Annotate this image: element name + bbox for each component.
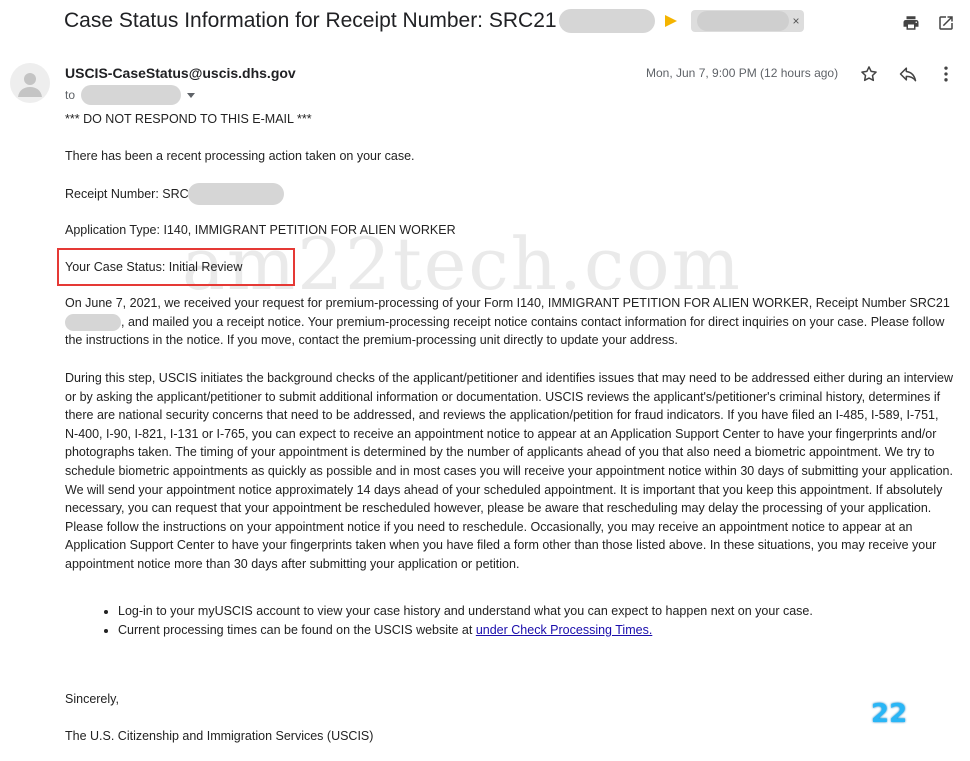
- subject-text: Case Status Information for Receipt Numb…: [64, 9, 557, 32]
- para1-part-b: , and mailed you a receipt notice. Your …: [65, 314, 945, 348]
- print-icon[interactable]: [902, 14, 920, 32]
- receipt-number-line: Receipt Number: SRC: [65, 183, 284, 205]
- receipt-number-redaction: [187, 183, 284, 205]
- para1-receipt-redaction: [65, 313, 121, 331]
- recipient-row[interactable]: to: [65, 85, 196, 105]
- do-not-respond-line: *** DO NOT RESPOND TO THIS E-MAIL ***: [65, 112, 312, 126]
- chevron-down-icon[interactable]: [187, 92, 196, 98]
- label-chip-close[interactable]: ×: [793, 14, 800, 28]
- popout-icon[interactable]: [937, 14, 955, 32]
- premium-processing-paragraph: On June 7, 2021, we received your reques…: [65, 294, 955, 350]
- avatar-person-icon: [18, 73, 42, 97]
- list-item: Log-in to your myUSCIS account to view y…: [118, 602, 970, 621]
- label-chip-redaction: [696, 11, 789, 31]
- subject-row: Case Status Information for Receipt Numb…: [0, 0, 970, 48]
- sender-avatar[interactable]: [10, 63, 50, 103]
- email-subject: Case Status Information for Receipt Numb…: [64, 9, 804, 33]
- bullet-processing-times: Current processing times can be found on…: [118, 622, 476, 637]
- bullet-myuscis: Log-in to your myUSCIS account to view y…: [118, 604, 813, 618]
- receipt-number-prefix: Receipt Number: SRC: [65, 186, 189, 201]
- recent-action-line: There has been a recent processing actio…: [65, 149, 415, 163]
- processing-times-link[interactable]: under Check Processing Times.: [476, 623, 652, 637]
- site-badge: 22: [871, 699, 908, 729]
- subject-redaction: [558, 9, 655, 33]
- important-marker-icon[interactable]: [664, 15, 677, 27]
- para1-part-a: On June 7, 2021, we received your reques…: [65, 296, 950, 310]
- to-label: to: [65, 88, 76, 102]
- more-vert-icon[interactable]: [936, 64, 956, 84]
- application-type-line: Application Type: I140, IMMIGRANT PETITI…: [65, 223, 456, 237]
- recipient-redaction: [81, 85, 182, 105]
- email-date: Mon, Jun 7, 9:00 PM (12 hours ago): [646, 66, 839, 80]
- case-status-line: Your Case Status: Initial Review: [65, 260, 243, 274]
- signature-line: The U.S. Citizenship and Immigration Ser…: [65, 729, 374, 743]
- star-icon[interactable]: [859, 64, 879, 84]
- reply-icon[interactable]: [898, 64, 918, 84]
- sincerely-line: Sincerely,: [65, 692, 119, 706]
- label-chip[interactable]: ×: [690, 10, 804, 32]
- background-check-paragraph: During this step, USCIS initiates the ba…: [65, 371, 954, 571]
- info-bullet-list: Log-in to your myUSCIS account to view y…: [90, 602, 970, 639]
- sender-address[interactable]: USCIS-CaseStatus@uscis.dhs.gov: [65, 65, 296, 81]
- list-item: Current processing times can be found on…: [118, 621, 970, 640]
